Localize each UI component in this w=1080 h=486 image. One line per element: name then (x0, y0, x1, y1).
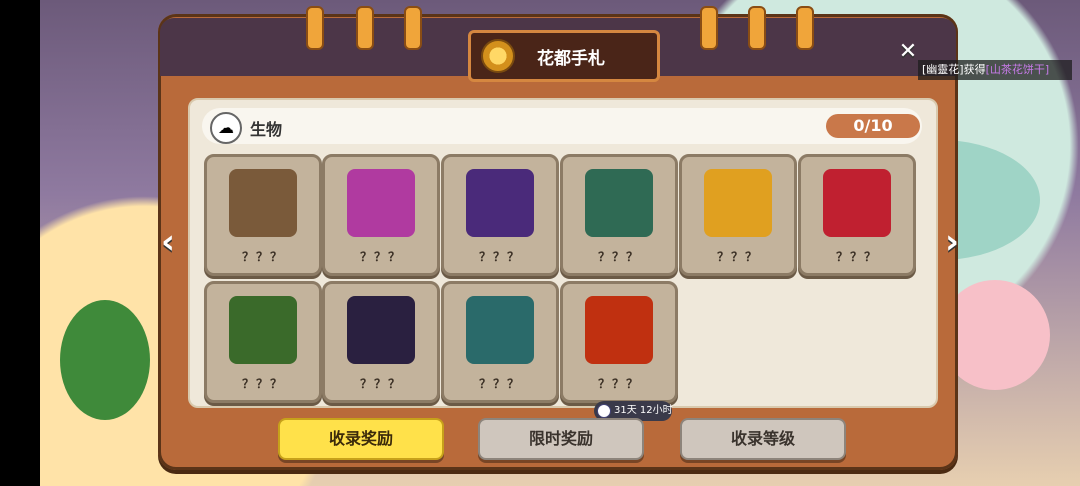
title-plate: 花都手札 (468, 30, 660, 82)
creature-silhouette-icon (466, 296, 534, 364)
category-label: 生物 (250, 120, 283, 139)
flower-emblem-icon (481, 39, 515, 73)
lantern-icon (700, 6, 718, 50)
notification-item: [山茶花饼干] (985, 63, 1050, 76)
creature-silhouette-icon (229, 296, 297, 364)
page-title: 花都手札 (537, 48, 605, 69)
card-label: ？？？ (478, 250, 521, 264)
card-label: ？？？ (241, 250, 284, 264)
collection-card[interactable]: ？？？ (798, 154, 916, 276)
lantern-icon (404, 6, 422, 50)
lantern-icon (306, 6, 324, 50)
creature-category-icon: ☁ (210, 112, 242, 144)
collection-card[interactable]: ？？？ (560, 281, 678, 403)
collection-card[interactable]: ？？？ (679, 154, 797, 276)
collection-card[interactable]: ？？？ (204, 154, 322, 276)
creature-silhouette-icon (347, 169, 415, 237)
creature-silhouette-icon (466, 169, 534, 237)
collect-reward-button[interactable]: 收录奖励 (278, 418, 444, 460)
card-label: ？？？ (597, 250, 640, 264)
card-label: ？？？ (716, 250, 759, 264)
creature-silhouette-icon (585, 296, 653, 364)
creature-silhouette-icon (347, 296, 415, 364)
collection-card[interactable]: ？？？ (441, 154, 559, 276)
collection-card[interactable]: ？？？ (204, 281, 322, 403)
creature-silhouette-icon (585, 169, 653, 237)
creature-silhouette-icon (704, 169, 772, 237)
timer-text: 31天 12小时 (614, 405, 673, 416)
card-label: ？？？ (359, 377, 402, 391)
card-label: ？？？ (835, 250, 878, 264)
card-label: ？？？ (478, 377, 521, 391)
card-label: ？？？ (597, 377, 640, 391)
limited-reward-button[interactable]: 限时奖励 (478, 418, 644, 460)
prev-page-arrow[interactable]: ‹ (156, 222, 180, 262)
collection-card[interactable]: ？？？ (322, 154, 440, 276)
collection-progress: 0/10 (826, 114, 920, 138)
collect-level-button[interactable]: 收录等级 (680, 418, 846, 460)
card-label: ？？？ (359, 250, 402, 264)
collection-card[interactable]: ？？？ (441, 281, 559, 403)
lantern-icon (796, 6, 814, 50)
reward-notification: [幽靈花]获得[山茶花饼干] (918, 60, 1072, 80)
creature-silhouette-icon (823, 169, 891, 237)
next-page-arrow[interactable]: › (940, 222, 964, 262)
category-bar (202, 108, 922, 144)
collection-card[interactable]: ？？？ (560, 154, 678, 276)
notification-prefix: [幽靈花]获得 (922, 63, 986, 76)
screen-edge (0, 0, 40, 486)
card-label: ？？？ (241, 377, 284, 391)
creature-silhouette-icon (229, 169, 297, 237)
clock-icon (597, 404, 611, 418)
lantern-icon (356, 6, 374, 50)
tree-decoration (60, 300, 150, 420)
lantern-icon (748, 6, 766, 50)
collection-card[interactable]: ？？？ (322, 281, 440, 403)
